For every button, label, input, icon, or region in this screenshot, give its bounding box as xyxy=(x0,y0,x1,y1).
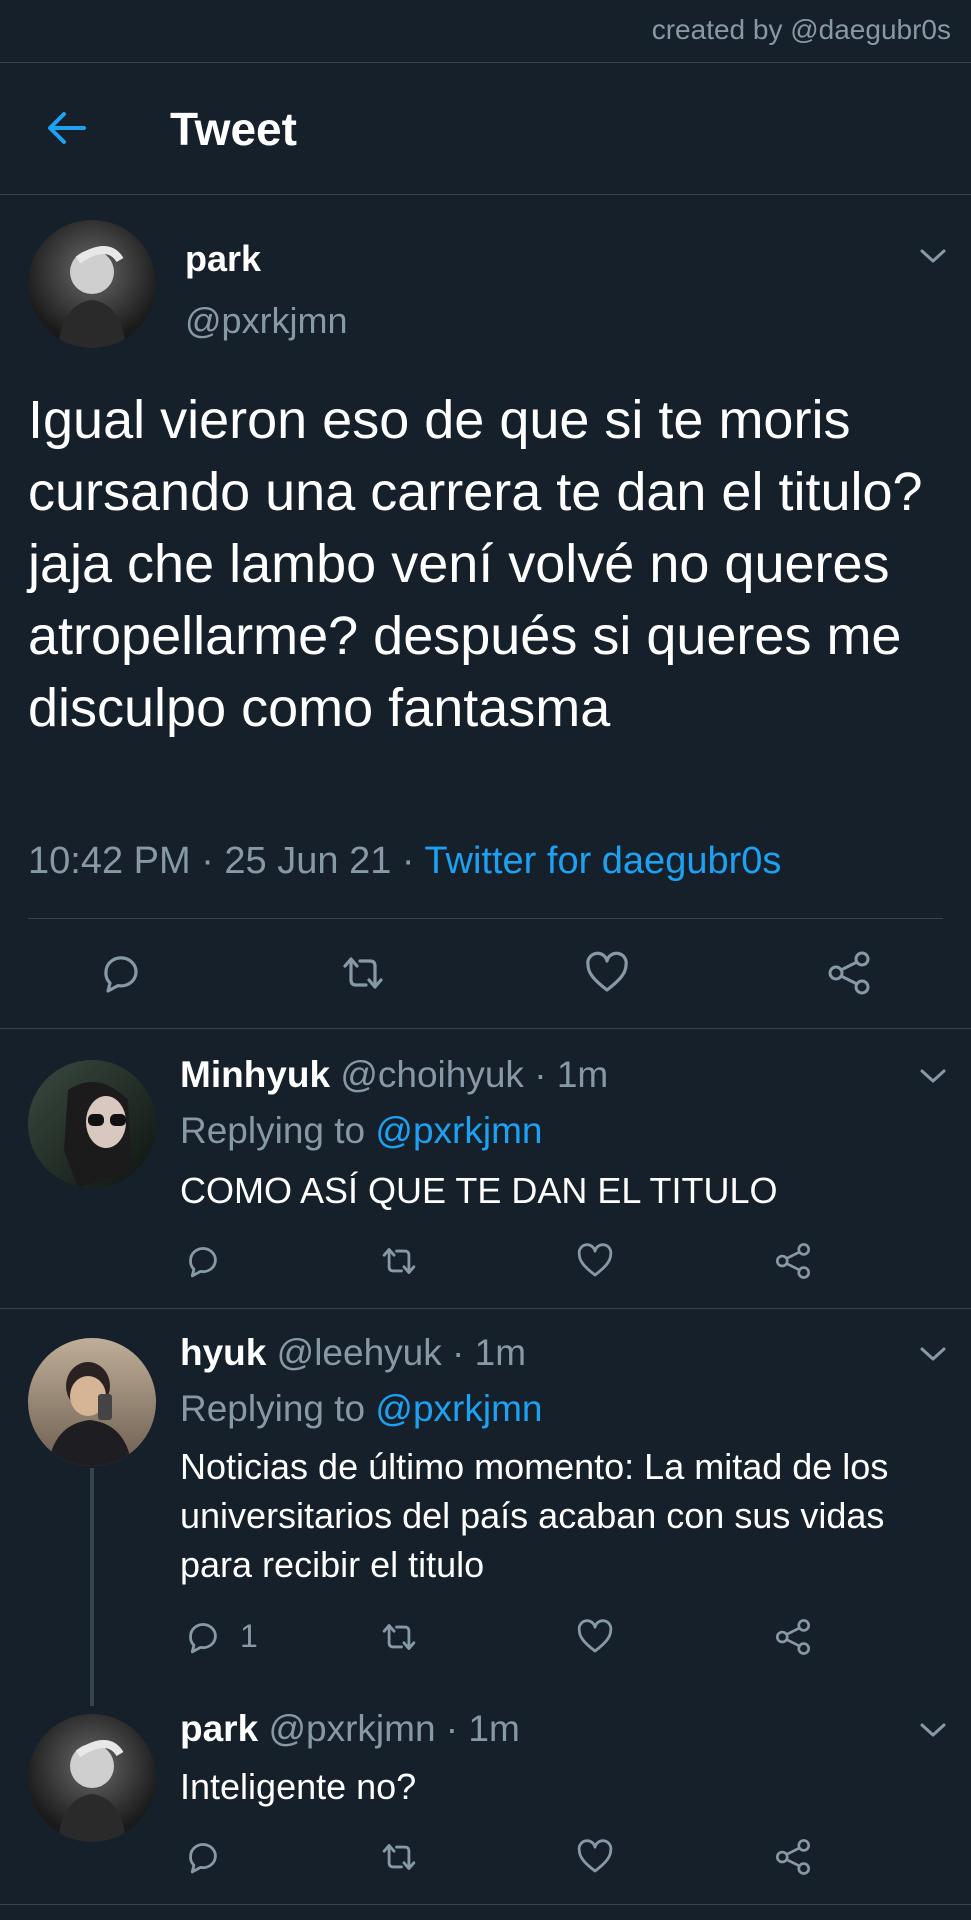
reply-button[interactable] xyxy=(184,1242,222,1280)
replying-to: Replying to @pxrkjmn xyxy=(180,1388,542,1430)
tweet-meta: 10:42 PM · 25 Jun 21 · Twitter for daegu… xyxy=(28,840,781,883)
reply-button[interactable] xyxy=(184,1618,222,1656)
like-button[interactable] xyxy=(576,1242,614,1280)
reply-header: hyuk @leehyuk · 1m xyxy=(180,1332,526,1374)
like-button[interactable] xyxy=(576,1618,614,1656)
reply-icon xyxy=(189,1843,217,1874)
like-button[interactable] xyxy=(576,1838,614,1876)
reply-text: Noticias de último momento: La mitad de … xyxy=(180,1446,889,1585)
tweet-source[interactable]: Twitter for daegubr0s xyxy=(424,840,781,882)
divider xyxy=(0,1308,971,1309)
reply-button[interactable] xyxy=(98,950,144,996)
divider xyxy=(28,918,943,919)
reply-icon xyxy=(189,1623,217,1654)
credit-watermark: created by @daegubr0s xyxy=(651,14,951,45)
tweet-menu-button[interactable] xyxy=(918,1720,948,1740)
reply-author-name[interactable]: hyuk xyxy=(180,1332,266,1373)
like-button[interactable] xyxy=(584,950,630,996)
share-button[interactable] xyxy=(774,1838,812,1876)
replying-to-handle[interactable]: @pxrkjmn xyxy=(375,1388,542,1429)
thread-connector xyxy=(90,1468,94,1706)
author-handle[interactable]: @pxrkjmn xyxy=(185,300,348,342)
avatar-photo xyxy=(48,1362,132,1466)
replying-to: Replying to @pxrkjmn xyxy=(180,1110,542,1152)
retweet-button[interactable] xyxy=(340,950,386,996)
reply-author-name[interactable]: Minhyuk xyxy=(180,1054,330,1095)
tweet-menu-button[interactable] xyxy=(918,246,948,266)
top-bar: Tweet xyxy=(0,62,971,194)
retweet-button[interactable] xyxy=(380,1242,418,1280)
retweet-icon xyxy=(382,1844,416,1870)
page-title: Tweet xyxy=(170,103,297,155)
chevron-down-icon xyxy=(920,249,946,263)
heart-icon xyxy=(586,951,628,992)
reply-icon xyxy=(104,956,138,993)
share-icon xyxy=(775,1243,811,1279)
heart-icon xyxy=(577,1839,613,1873)
reply-header: Minhyuk @choihyuk · 1m xyxy=(180,1054,608,1096)
tweet-menu-button[interactable] xyxy=(918,1344,948,1364)
replying-to-label: Replying to xyxy=(180,1110,376,1151)
chevron-down-icon xyxy=(920,1347,946,1361)
chevron-down-icon xyxy=(920,1723,946,1737)
retweet-button[interactable] xyxy=(380,1838,418,1876)
retweet-button[interactable] xyxy=(380,1618,418,1656)
replying-to-label: Replying to xyxy=(180,1388,376,1429)
share-icon xyxy=(828,951,870,995)
retweet-icon xyxy=(382,1248,416,1274)
share-icon xyxy=(775,1619,811,1655)
share-button[interactable] xyxy=(774,1242,812,1280)
reply-icon xyxy=(189,1247,217,1278)
avatar[interactable] xyxy=(28,1338,156,1466)
divider xyxy=(0,1028,971,1029)
retweet-icon xyxy=(343,957,383,989)
reply-handle-time: @pxrkjmn · 1m xyxy=(268,1708,520,1749)
reply-handle-time: @leehyuk · 1m xyxy=(276,1332,527,1373)
share-icon xyxy=(775,1839,811,1875)
share-button[interactable] xyxy=(826,950,872,996)
retweet-icon xyxy=(382,1624,416,1650)
author-name[interactable]: park xyxy=(185,238,261,280)
share-button[interactable] xyxy=(774,1618,812,1656)
avatar[interactable] xyxy=(28,1060,156,1188)
avatar-photo xyxy=(58,1740,126,1842)
reply-text: COMO ASÍ QUE TE DAN EL TITULO xyxy=(180,1170,778,1211)
reply-count: 1 xyxy=(240,1618,258,1654)
tweet-text: Igual vieron eso de que si te moris curs… xyxy=(28,390,923,738)
avatar[interactable] xyxy=(28,1714,156,1842)
tweet-time: 10:42 PM · 25 Jun 21 · xyxy=(28,840,425,882)
arrow-left-icon xyxy=(48,112,86,144)
avatar-photo xyxy=(58,246,126,348)
reply-button[interactable] xyxy=(184,1838,222,1876)
avatar-photo xyxy=(64,1082,132,1188)
heart-icon xyxy=(577,1243,613,1277)
back-button[interactable] xyxy=(44,106,88,150)
reply-handle-time: @choihyuk · 1m xyxy=(340,1054,609,1095)
replying-to-handle[interactable]: @pxrkjmn xyxy=(375,1110,542,1151)
avatar[interactable] xyxy=(28,220,156,348)
divider xyxy=(0,194,971,195)
reply-text: Inteligente no? xyxy=(180,1766,417,1807)
reply-author-name[interactable]: park xyxy=(180,1708,258,1749)
chevron-down-icon xyxy=(920,1069,946,1083)
reply-header: park @pxrkjmn · 1m xyxy=(180,1708,520,1750)
heart-icon xyxy=(577,1619,613,1653)
tweet-menu-button[interactable] xyxy=(918,1066,948,1086)
divider xyxy=(0,1904,971,1905)
